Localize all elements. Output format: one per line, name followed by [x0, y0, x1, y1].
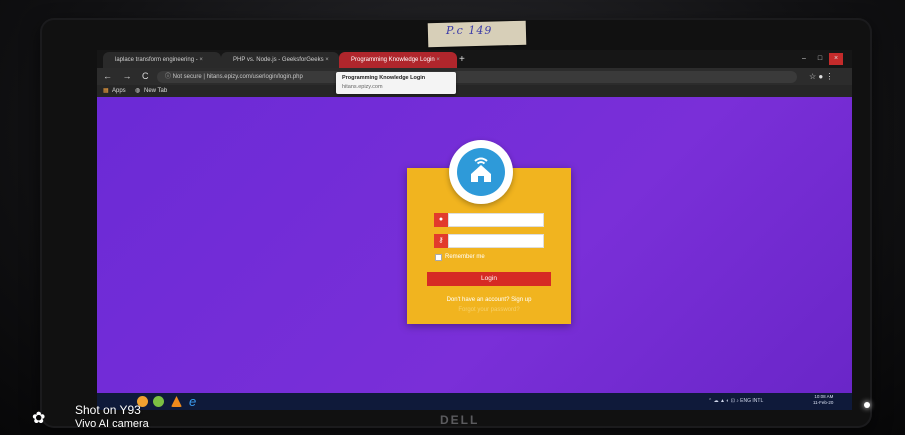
- tab-tooltip: Programming Knowledge Login hitans.epizy…: [336, 72, 456, 94]
- system-tray[interactable]: ⌃ ☁ ▲ ◐ ⊡ ♪ ENG INTL: [708, 396, 763, 407]
- forgot-password-link[interactable]: Forgot your password?: [427, 306, 551, 315]
- browser-tab-bar: laplace transform engineering - × PHP vs…: [97, 50, 852, 68]
- app-icon[interactable]: [153, 396, 164, 407]
- toolbar-right-icons[interactable]: ☆ ● ⋮: [809, 70, 833, 84]
- home-wifi-icon: [457, 148, 505, 196]
- sticker-label: P.c 149: [446, 24, 493, 37]
- close-icon[interactable]: ×: [325, 57, 329, 63]
- watermark-line1: Shot on Y93: [75, 403, 141, 417]
- address-bar[interactable]: ⓘ Not secure | hitans.epizy.com/userlogi…: [157, 71, 797, 83]
- close-icon[interactable]: ×: [436, 57, 440, 63]
- bookmarks-bar: ▦ Apps ◍ New Tab: [97, 85, 852, 97]
- power-led: [864, 402, 870, 408]
- clock-date: 11-Feb-20: [813, 400, 834, 405]
- globe-icon: ◍: [135, 88, 141, 94]
- remember-checkbox[interactable]: [435, 254, 442, 261]
- tooltip-url: hitans.epizy.com: [342, 84, 383, 90]
- tab-label: Programming Knowledge Login: [351, 57, 435, 63]
- tab-geeks[interactable]: PHP vs. Node.js - GeeksforGeeks ×: [221, 52, 339, 68]
- tab-label: PHP vs. Node.js - GeeksforGeeks: [233, 57, 324, 63]
- username-input[interactable]: [448, 213, 544, 227]
- tab-laplace[interactable]: laplace transform engineering - ×: [103, 52, 221, 68]
- camera-logo-icon: ✿: [32, 410, 46, 427]
- watermark-line2: Vivo AI camera: [75, 418, 149, 430]
- remember-label: Remember me: [445, 254, 485, 260]
- maximize-icon[interactable]: □: [813, 53, 827, 65]
- login-button[interactable]: Login: [427, 272, 551, 286]
- apps-icon[interactable]: ▦: [103, 85, 109, 97]
- taskbar-clock[interactable]: 10:08 AM 11-Feb-20: [813, 394, 833, 406]
- password-input[interactable]: [448, 234, 544, 248]
- bookmark-new-tab[interactable]: New Tab: [144, 85, 167, 97]
- tooltip-title: Programming Knowledge Login: [342, 75, 426, 81]
- minimize-icon[interactable]: –: [797, 53, 811, 65]
- nav-buttons[interactable]: ← → C: [103, 69, 153, 84]
- key-icon: ⚷: [434, 234, 448, 248]
- close-icon[interactable]: ×: [199, 57, 203, 63]
- user-icon: ●: [434, 213, 448, 227]
- internet-explorer-icon[interactable]: e: [189, 395, 200, 408]
- new-tab-button[interactable]: +: [459, 53, 465, 67]
- tab-programming-knowledge[interactable]: Programming Knowledge Login ×: [339, 52, 457, 68]
- monitor-screen: laplace transform engineering - × PHP vs…: [97, 50, 852, 410]
- home-icon: [471, 157, 491, 182]
- photo-scene: laplace transform engineering - × PHP vs…: [0, 0, 905, 435]
- tab-label: laplace transform engineering -: [115, 57, 198, 63]
- bookmark-apps[interactable]: Apps: [112, 85, 126, 97]
- signup-link[interactable]: Don't have an account? Sign up: [427, 296, 551, 305]
- window-close-icon[interactable]: ×: [829, 53, 843, 65]
- monitor-brand: DELL: [440, 413, 480, 427]
